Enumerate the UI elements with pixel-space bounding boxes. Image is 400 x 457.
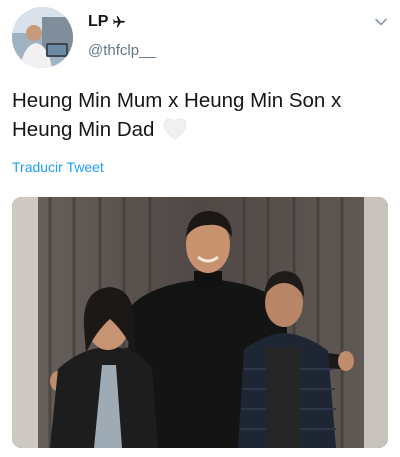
- airplane-icon: [113, 16, 126, 28]
- tweet-text: Heung Min Mum x Heung Min Son x Heung Mi…: [12, 86, 392, 149]
- display-name[interactable]: LP: [88, 13, 126, 31]
- tweet-photo[interactable]: [12, 197, 388, 448]
- translate-tweet-link[interactable]: Traducir Tweet: [12, 159, 104, 175]
- chevron-down-icon[interactable]: [373, 14, 389, 30]
- tweet-card: LP @thfclp__ Heung Min Mum x Heung Min S…: [0, 0, 400, 457]
- avatar-image: [12, 7, 73, 68]
- user-handle[interactable]: @thfclp__: [88, 42, 156, 59]
- family-photo-image: [12, 197, 388, 448]
- avatar[interactable]: [12, 7, 73, 68]
- display-name-text: LP: [88, 13, 109, 30]
- white-heart-emoji: [162, 117, 188, 149]
